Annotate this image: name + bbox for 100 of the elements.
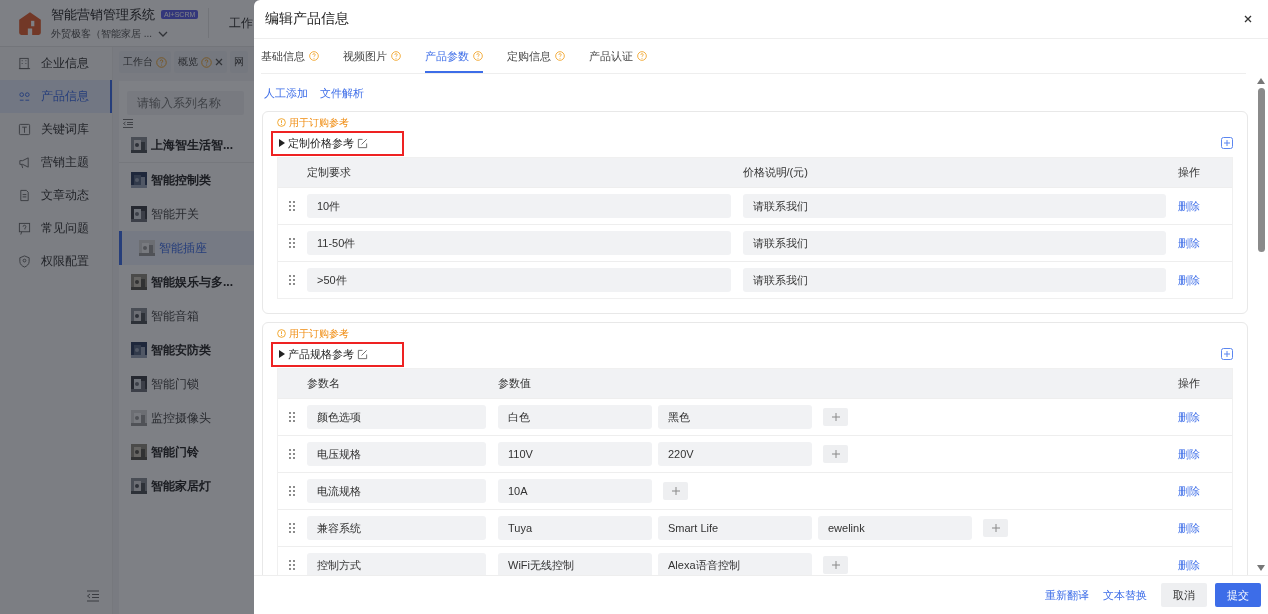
drag-handle-icon[interactable] bbox=[289, 201, 295, 211]
footer-link[interactable]: 重新翻译 bbox=[1045, 587, 1089, 603]
chevron-down-icon[interactable] bbox=[158, 29, 169, 38]
column-header: 操作 bbox=[1178, 165, 1201, 180]
sidebar-item[interactable]: 企业信息 bbox=[0, 47, 112, 80]
series-list-item[interactable]: 智能控制类 bbox=[119, 163, 254, 197]
close-icon[interactable] bbox=[1244, 15, 1252, 23]
param-name-field[interactable]: 控制方式 bbox=[307, 553, 486, 575]
series-list-item[interactable]: 智能安防类 bbox=[119, 333, 254, 367]
delete-link[interactable]: 删除 bbox=[1178, 520, 1232, 536]
delete-link[interactable]: 删除 bbox=[1178, 446, 1232, 462]
sidebar-item[interactable]: 权限配置 bbox=[0, 245, 112, 278]
param-value-field[interactable]: 黑色 bbox=[658, 405, 812, 429]
param-value-field[interactable]: 110V bbox=[498, 442, 652, 466]
account-name[interactable]: 外贸极客（智能家居 ... bbox=[51, 26, 153, 41]
caret-icon[interactable] bbox=[279, 350, 285, 358]
series-list-item[interactable]: 智能家居灯 bbox=[119, 469, 254, 503]
param-value-field[interactable]: Tuya bbox=[498, 516, 652, 540]
delete-link[interactable]: 删除 bbox=[1178, 483, 1232, 499]
drag-handle-icon[interactable] bbox=[289, 486, 295, 496]
help-icon bbox=[156, 56, 167, 68]
param-value-field[interactable]: 220V bbox=[658, 442, 812, 466]
requirement-field[interactable]: 10件 bbox=[307, 194, 731, 218]
column-header: 价格说明/(元) bbox=[742, 165, 809, 180]
param-name-field[interactable]: 颜色选项 bbox=[307, 405, 486, 429]
delete-link[interactable]: 删除 bbox=[1178, 272, 1232, 288]
sidebar-item[interactable]: 常见问题 bbox=[0, 212, 112, 245]
mode-link[interactable]: 人工添加 bbox=[264, 86, 308, 101]
price-field[interactable]: 请联系我们 bbox=[742, 268, 1166, 292]
add-row-icon[interactable] bbox=[1221, 137, 1233, 149]
param-name-field[interactable]: 电压规格 bbox=[307, 442, 486, 466]
drawer-tab[interactable]: 基础信息 bbox=[261, 39, 319, 73]
caret-icon[interactable] bbox=[279, 139, 285, 147]
collapse-menu-icon[interactable] bbox=[86, 590, 100, 602]
series-list-item[interactable]: 上海智生活智... bbox=[119, 128, 254, 163]
menu-item-icon bbox=[18, 189, 31, 202]
submit-button[interactable]: 提交 bbox=[1215, 583, 1261, 607]
page-tab[interactable]: 概览 bbox=[174, 51, 227, 73]
requirement-field[interactable]: 11-50件 bbox=[307, 231, 731, 255]
edit-icon[interactable] bbox=[357, 137, 368, 149]
delete-link[interactable]: 删除 bbox=[1178, 409, 1232, 425]
price-field[interactable]: 请联系我们 bbox=[742, 231, 1166, 255]
plus-icon bbox=[831, 413, 840, 421]
close-tab-icon[interactable] bbox=[215, 58, 223, 66]
param-value-field[interactable]: Alexa语音控制 bbox=[658, 553, 812, 575]
param-value-field[interactable]: ewelink bbox=[818, 516, 972, 540]
sidebar-item[interactable]: 文章动态 bbox=[0, 179, 112, 212]
requirement-field[interactable]: >50件 bbox=[307, 268, 731, 292]
drag-handle-icon[interactable] bbox=[289, 560, 295, 570]
help-icon bbox=[309, 51, 319, 61]
drag-handle-icon[interactable] bbox=[289, 412, 295, 422]
scroll-up-icon[interactable] bbox=[1257, 78, 1265, 84]
plus-icon bbox=[991, 524, 1000, 532]
mode-link[interactable]: 文件解析 bbox=[320, 86, 364, 101]
drag-handle-icon[interactable] bbox=[289, 523, 295, 533]
series-list-item[interactable]: 智能门铃 bbox=[119, 435, 254, 469]
param-value-field[interactable]: 10A bbox=[498, 479, 652, 503]
delete-link[interactable]: 删除 bbox=[1178, 557, 1232, 573]
param-name-field[interactable]: 电流规格 bbox=[307, 479, 486, 503]
delete-link[interactable]: 删除 bbox=[1178, 235, 1232, 251]
drawer-tab[interactable]: 视频图片 bbox=[343, 39, 401, 73]
edit-icon[interactable] bbox=[357, 348, 368, 360]
drag-handle-icon[interactable] bbox=[289, 238, 295, 248]
cancel-button[interactable]: 取消 bbox=[1161, 583, 1207, 607]
section-header[interactable]: 定制价格参考 bbox=[271, 130, 404, 156]
series-list-item[interactable]: 智能开关 bbox=[119, 197, 254, 231]
param-value-field[interactable]: WiFi无线控制 bbox=[498, 553, 652, 575]
series-list-item[interactable]: 智能娱乐与多... bbox=[119, 265, 254, 299]
price-field[interactable]: 请联系我们 bbox=[742, 194, 1166, 218]
param-name-field[interactable]: 兼容系统 bbox=[307, 516, 486, 540]
sidebar-item[interactable]: 关键词库 bbox=[0, 113, 112, 146]
delete-link[interactable]: 删除 bbox=[1178, 198, 1232, 214]
drag-handle-icon[interactable] bbox=[289, 449, 295, 459]
info-icon bbox=[277, 118, 286, 127]
section-header[interactable]: 产品规格参考 bbox=[271, 341, 404, 367]
menu-item-icon bbox=[18, 222, 31, 235]
drag-handle-icon[interactable] bbox=[289, 275, 295, 285]
series-list-item[interactable]: 监控摄像头 bbox=[119, 401, 254, 435]
drawer-tab[interactable]: 产品认证 bbox=[589, 39, 647, 73]
series-list-item[interactable]: 智能音箱 bbox=[119, 299, 254, 333]
sidebar-item[interactable]: 营销主题 bbox=[0, 146, 112, 179]
param-value-field[interactable]: Smart Life bbox=[658, 516, 812, 540]
page-tab[interactable]: 网 bbox=[230, 51, 248, 73]
header-tab[interactable]: 工作 bbox=[229, 14, 254, 32]
drawer-tab[interactable]: 产品参数 bbox=[425, 39, 483, 73]
scrollbar-thumb[interactable] bbox=[1257, 88, 1265, 252]
drawer-tab[interactable]: 定购信息 bbox=[507, 39, 565, 73]
add-row-icon[interactable] bbox=[1221, 348, 1233, 360]
menu-item-icon bbox=[18, 123, 31, 136]
menu-item-icon bbox=[18, 255, 31, 268]
collapse-list-icon[interactable] bbox=[123, 119, 133, 128]
column-header: 操作 bbox=[1178, 376, 1201, 391]
param-value-field[interactable]: 白色 bbox=[498, 405, 652, 429]
plus-icon bbox=[831, 450, 840, 458]
footer-link[interactable]: 文本替换 bbox=[1103, 587, 1147, 603]
section-note: 用于订购参考 bbox=[289, 326, 349, 341]
scroll-down-icon[interactable] bbox=[1257, 565, 1265, 571]
page-tab[interactable]: 工作台 bbox=[119, 51, 171, 73]
menu-item-icon bbox=[18, 156, 31, 169]
series-list-item[interactable]: 智能门锁 bbox=[119, 367, 254, 401]
